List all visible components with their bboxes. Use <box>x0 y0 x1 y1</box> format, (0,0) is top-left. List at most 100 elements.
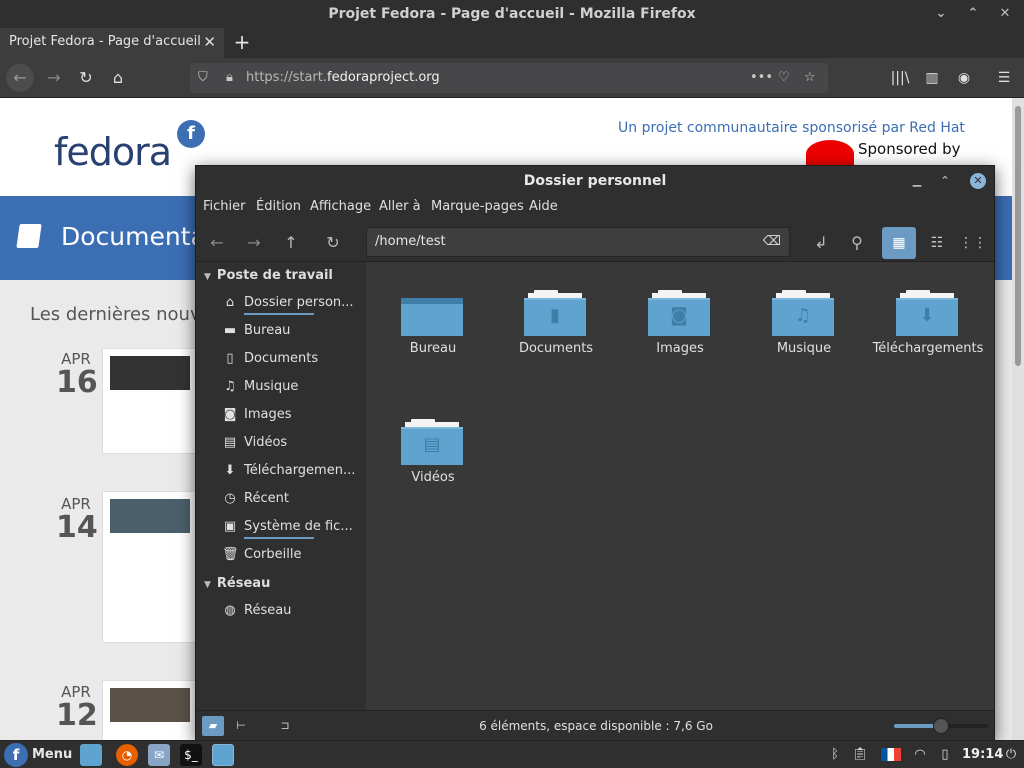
menu-file[interactable]: Fichier <box>203 196 246 218</box>
icon-view-button[interactable]: ▦ <box>882 227 916 259</box>
tab-fedora-home[interactable]: Projet Fedora - Page d'accueil ✕ <box>0 28 224 58</box>
account-icon[interactable]: ◉ <box>950 64 978 92</box>
mail-launcher-icon[interactable]: ✉ <box>148 744 170 766</box>
lock-icon[interactable]: 🔒︎ <box>226 63 233 93</box>
post-thumbnail[interactable] <box>110 499 190 533</box>
show-places-button[interactable]: ▰ <box>202 716 224 736</box>
sidebar-item-desktop[interactable]: ▬ Bureau <box>222 320 362 342</box>
folder-item-videos[interactable]: ▤ Vidéos <box>378 409 488 499</box>
menu-view[interactable]: Affichage <box>310 196 371 218</box>
back-button[interactable]: ← <box>6 64 34 92</box>
hide-sidebar-button[interactable]: ⊐ <box>274 716 296 736</box>
collapse-triangle-icon[interactable]: ▼ <box>204 272 211 282</box>
firefox-launcher-icon[interactable]: ◔ <box>116 744 138 766</box>
library-icon[interactable]: |||\ <box>886 64 914 92</box>
clock[interactable]: 19:14 <box>962 741 1003 768</box>
sidebar-item-network[interactable]: ◍ Réseau <box>222 600 362 622</box>
sidebar-item-downloads[interactable]: ⬇ Téléchargemen... <box>222 460 362 482</box>
sidebar-item-trash[interactable]: 🗑︎ Corbeille <box>222 544 362 566</box>
fedora-tagline[interactable]: Un projet communautaire sponsorisé par R… <box>618 120 965 136</box>
search-icon[interactable]: ⚲ <box>842 228 872 258</box>
sidebar-item-filesystem[interactable]: ▣ Système de fic... <box>222 516 362 538</box>
post-thumbnail[interactable] <box>110 688 190 722</box>
scrollbar-thumb[interactable] <box>1015 106 1021 366</box>
close-icon[interactable]: ✕ <box>992 0 1018 28</box>
sidebar-section-network[interactable]: ▼ Réseau <box>204 576 270 591</box>
menu-edit[interactable]: Édition <box>256 196 301 218</box>
forward-button[interactable]: → <box>40 64 68 92</box>
zoom-slider[interactable] <box>894 718 988 734</box>
film-glyph-icon: ▤ <box>423 434 441 455</box>
sidebar-item-recent[interactable]: ◷ Récent <box>222 488 362 510</box>
folder-item-pictures[interactable]: ◙ Images <box>625 280 735 370</box>
toggle-location-icon[interactable]: ↲ <box>806 228 836 258</box>
menu-go[interactable]: Aller à <box>379 196 421 218</box>
maximize-icon[interactable]: ⌃ <box>934 166 956 196</box>
post-date: APR 16 <box>56 350 98 398</box>
sidebar-item-pictures[interactable]: ◙ Images <box>222 404 362 426</box>
up-button[interactable]: ↑ <box>276 228 306 258</box>
new-tab-button[interactable]: + <box>230 28 254 58</box>
clear-location-icon[interactable]: ⌫ <box>763 228 781 256</box>
show-desktop-icon[interactable] <box>80 744 102 766</box>
sidebar-icon[interactable]: ▥ <box>918 64 946 92</box>
menu-bookmarks[interactable]: Marque-pages <box>431 196 524 218</box>
power-icon[interactable]: ⏻ <box>1002 741 1020 768</box>
sidebar-item-label: Système de fic... <box>244 519 353 534</box>
close-icon[interactable]: ✕ <box>970 173 986 189</box>
zoom-slider-handle[interactable] <box>933 718 949 734</box>
sidebar-section-places[interactable]: ▼ Poste de travail <box>204 268 333 283</box>
folder-item-documents[interactable]: ▮ Documents <box>501 280 611 370</box>
post-card[interactable] <box>102 348 202 454</box>
sidebar-item-label: Vidéos <box>244 435 288 450</box>
url-prefix: https://start. <box>246 70 328 85</box>
post-thumbnail[interactable] <box>110 356 190 390</box>
tab-close-icon[interactable]: ✕ <box>203 28 216 56</box>
keyboard-layout-flag-icon[interactable] <box>880 741 902 768</box>
folder-item-desktop[interactable]: Bureau <box>378 280 488 370</box>
folder-item-downloads[interactable]: ⬇ Téléchargements <box>873 280 983 370</box>
sidebar-item-label: Documents <box>244 351 319 366</box>
fedora-logo[interactable]: fedora <box>54 130 172 174</box>
post-card[interactable] <box>102 680 202 740</box>
sidebar-item-home[interactable]: ⌂ Dossier person... <box>222 292 362 314</box>
url-domain: fedoraproject.org <box>327 70 440 85</box>
sidebar-item-videos[interactable]: ▤ Vidéos <box>222 432 362 454</box>
back-button[interactable]: ← <box>202 228 232 258</box>
reload-button[interactable]: ↻ <box>72 64 100 92</box>
page-actions-icon[interactable]: ••• <box>750 63 773 93</box>
menu-button[interactable]: Menu <box>32 741 72 768</box>
location-input[interactable]: /home/test ⌫ <box>366 227 790 257</box>
page-scrollbar[interactable] <box>1012 98 1024 740</box>
menu-help[interactable]: Aide <box>529 196 558 218</box>
folder-label: Musique <box>776 341 832 356</box>
battery-icon[interactable]: ▯ <box>936 741 954 768</box>
wifi-icon[interactable]: ◠ <box>910 741 930 768</box>
show-treeview-button[interactable]: ⊢ <box>230 716 252 736</box>
minimize-icon[interactable]: ▁ <box>906 166 928 196</box>
url-bar[interactable]: ⛉ 🔒︎ https://start.fedoraproject.org •••… <box>190 63 828 93</box>
minimize-icon[interactable]: ⌄ <box>928 0 954 28</box>
clipboard-icon[interactable]: 📋︎ <box>850 741 870 768</box>
pocket-icon[interactable]: ♡ <box>778 63 790 93</box>
folder-item-music[interactable]: ♫ Musique <box>749 280 859 370</box>
shield-icon[interactable]: ⛉ <box>198 63 208 93</box>
bookmark-star-icon[interactable]: ☆ <box>804 63 816 93</box>
forward-button[interactable]: → <box>239 228 269 258</box>
sidebar-item-music[interactable]: ♫ Musique <box>222 376 362 398</box>
sidebar-item-documents[interactable]: ▯ Documents <box>222 348 362 370</box>
reload-button[interactable]: ↻ <box>318 228 348 258</box>
disk-usage-bar <box>244 537 314 539</box>
file-view[interactable]: Bureau ▮ Documents ◙ Images ♫ Musique ⬇ … <box>366 262 994 710</box>
file-manager-task-icon[interactable] <box>212 744 234 766</box>
terminal-launcher-icon[interactable]: $_ <box>180 744 202 766</box>
hamburger-menu-icon[interactable]: ☰ <box>990 64 1018 92</box>
fedora-menu-icon[interactable]: f <box>4 743 28 767</box>
post-card[interactable] <box>102 491 202 643</box>
compact-view-button[interactable]: ⋮⋮ <box>956 227 990 259</box>
list-view-button[interactable]: ☷ <box>920 227 954 259</box>
maximize-icon[interactable]: ⌃ <box>960 0 986 28</box>
home-button[interactable]: ⌂ <box>104 64 132 92</box>
bluetooth-icon[interactable]: ᛒ <box>826 741 844 768</box>
collapse-triangle-icon[interactable]: ▼ <box>204 580 211 590</box>
